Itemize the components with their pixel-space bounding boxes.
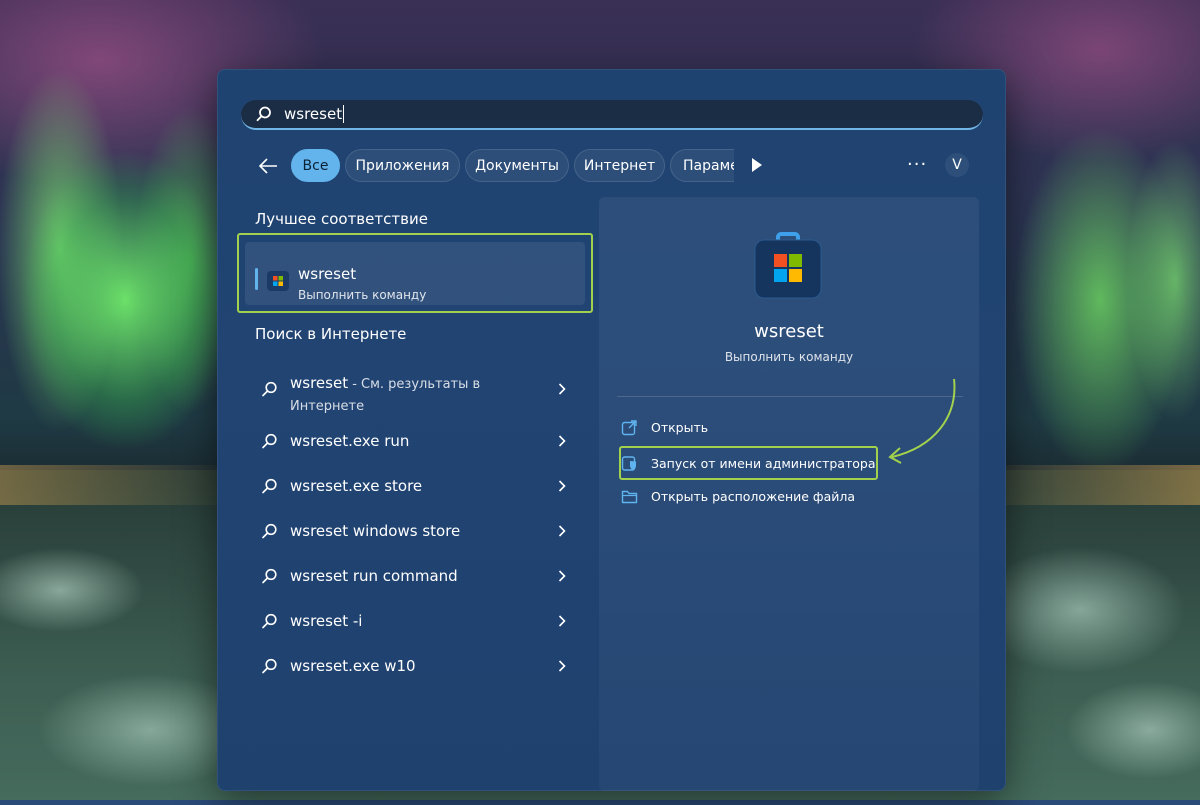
search-icon [262,568,277,584]
search-query: wsreset [284,104,345,124]
taskbar-edge [0,800,1200,805]
web-result-label: wsreset -i [290,612,363,630]
search-icon [262,381,277,397]
tab-internet[interactable]: Интернет [574,149,665,182]
filter-bar: Все Приложения Документы Интернет Параме… [217,148,1006,184]
web-result-item[interactable]: wsreset - См. результаты в Интернете [237,365,593,414]
search-input[interactable]: wsreset [241,100,983,130]
best-match-highlight: wsreset Выполнить команду [237,233,593,313]
tab-all[interactable]: Все [291,149,340,182]
store-app-icon [754,232,822,299]
web-result-item[interactable]: wsreset -i [237,600,593,642]
web-result-label: wsreset.exe w10 [290,657,416,675]
more-options-icon[interactable]: ··· [907,154,927,175]
search-icon [256,106,271,122]
action-label: Запуск от имени администратора [651,455,876,471]
web-result-label: wsreset run command [290,567,458,585]
tab-apps[interactable]: Приложения [345,149,460,182]
best-match-name: wsreset [298,265,357,283]
details-app-name: wsreset [754,321,824,342]
best-match-heading: Лучшее соответствие [255,210,428,228]
web-result-item[interactable]: wsreset.exe store [237,465,593,507]
annotation-arrow [888,378,956,464]
open-action[interactable]: Открыть [621,412,708,442]
store-app-icon [267,271,289,291]
chevron-right-icon [558,435,566,447]
chevron-right-icon [558,570,566,582]
search-icon [262,478,277,494]
web-result-label: wsreset - См. результаты в Интернете [290,374,481,414]
selection-indicator [255,268,258,290]
web-search-heading: Поиск в Интернете [255,325,407,343]
shield-admin-icon [621,455,636,471]
web-result-label: wsreset.exe store [290,477,423,495]
action-label: Открыть [651,419,709,435]
chevron-right-icon [558,480,566,492]
run-as-admin-action[interactable]: Запуск от имени администратора [621,448,875,478]
web-result-item[interactable]: wsreset.exe run [237,420,593,462]
folder-icon [621,490,638,503]
search-icon [262,658,277,674]
tab-documents[interactable]: Документы [465,149,569,182]
chevron-right-icon [558,660,566,672]
open-file-location-action[interactable]: Открыть расположение файла [621,481,855,511]
chevron-right-icon [558,383,566,395]
text-caret [343,105,345,124]
best-match-item[interactable]: wsreset Выполнить команду [245,242,585,305]
chevron-right-icon [558,525,566,537]
search-icon [262,613,277,629]
start-search-panel: wsreset Все Приложения Документы Интерне… [217,69,1006,791]
scroll-right-icon[interactable] [752,158,762,172]
web-result-label: wsreset.exe run [290,432,410,450]
search-icon [262,433,277,449]
open-external-icon [621,419,637,435]
details-app-subtitle: Выполнить команду [724,350,854,364]
details-pane: wsreset Выполнить команду Открыть Запуск… [599,197,979,791]
back-arrow-icon[interactable] [257,156,279,176]
web-result-item[interactable]: wsreset windows store [237,510,593,552]
web-result-item[interactable]: wsreset.exe w10 [237,645,593,687]
best-match-subtitle: Выполнить команду [298,288,427,302]
search-icon [262,523,277,539]
action-label: Открыть расположение файла [651,488,856,504]
web-result-item[interactable]: wsreset run command [237,555,593,597]
tab-settings[interactable]: Параметры [670,149,734,182]
chevron-right-icon [558,615,566,627]
web-result-label: wsreset windows store [290,522,461,540]
avatar[interactable]: V [945,153,969,177]
